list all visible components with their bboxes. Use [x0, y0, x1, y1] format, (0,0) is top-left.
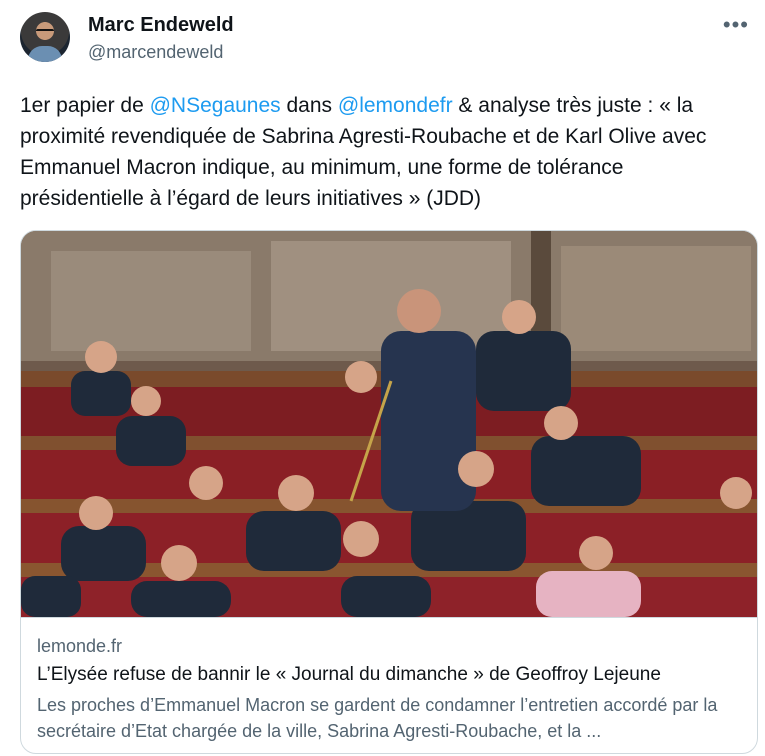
avatar-shirt — [28, 46, 62, 62]
link-card[interactable]: lemonde.fr L’Elysée refuse de bannir le … — [20, 230, 758, 754]
ellipsis-icon[interactable]: ••• — [723, 12, 749, 38]
avatar-glasses — [36, 29, 54, 35]
card-photo[interactable] — [21, 231, 757, 617]
avatar[interactable] — [20, 12, 70, 62]
author-handle[interactable]: @marcendeweld — [88, 42, 223, 63]
tweet-text-part: dans — [280, 94, 338, 117]
tweet-text-part: 1er papier de — [20, 94, 150, 117]
card-description[interactable]: Les proches d’Emmanuel Macron se gardent… — [37, 692, 745, 744]
card-meta: lemonde.fr L’Elysée refuse de bannir le … — [21, 617, 757, 753]
mention-nsegaunes[interactable]: @NSegaunes — [150, 94, 281, 117]
tweet-header: Marc Endeweld @marcendeweld ••• — [20, 12, 749, 68]
author-name[interactable]: Marc Endeweld — [88, 14, 234, 37]
card-domain[interactable]: lemonde.fr — [37, 636, 122, 657]
tweet-text: 1er papier de @NSegaunes dans @lemondefr… — [20, 90, 750, 214]
mention-lemondefr[interactable]: @lemondefr — [338, 94, 453, 117]
card-title[interactable]: L’Elysée refuse de bannir le « Journal d… — [37, 664, 661, 686]
